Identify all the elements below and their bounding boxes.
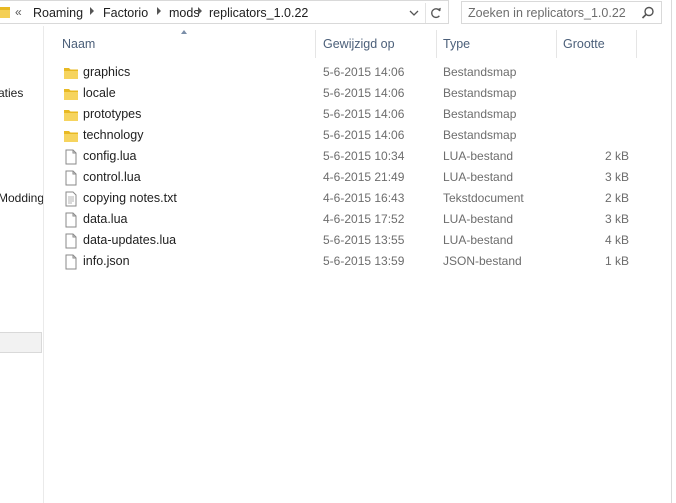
file-date: 4-6-2015 21:49 — [323, 170, 405, 184]
file-name: control.lua — [83, 170, 141, 184]
folder-icon — [64, 68, 78, 79]
file-date: 4-6-2015 16:43 — [323, 191, 405, 205]
column-divider[interactable] — [636, 30, 637, 58]
file-icon — [65, 212, 77, 228]
folder-icon — [64, 110, 78, 121]
file-row[interactable]: locale 5-6-2015 14:06 Bestandsmap — [58, 83, 638, 104]
file-name: graphics — [83, 65, 131, 79]
file-name: config.lua — [83, 149, 137, 163]
file-name: data-updates.lua — [83, 233, 177, 247]
file-name: data.lua — [83, 212, 128, 226]
chevron-right-icon[interactable] — [157, 7, 161, 15]
file-name: prototypes — [83, 107, 142, 121]
folder-icon — [0, 7, 10, 18]
search-input[interactable] — [468, 4, 638, 21]
file-type: LUA-bestand — [443, 212, 514, 226]
address-bar[interactable]: « Roaming Factorio mods replicators_1.0.… — [0, 0, 449, 24]
column-header-label: Type — [443, 37, 471, 51]
file-icon — [65, 254, 77, 270]
file-row[interactable]: config.lua 5-6-2015 10:34 LUA-bestand 2 kB — [58, 146, 638, 167]
file-row[interactable]: control.lua 4-6-2015 21:49 LUA-bestand 3 kB — [58, 167, 638, 188]
window-edge — [671, 0, 672, 503]
folder-icon — [64, 89, 78, 100]
file-size: 1 kB — [604, 254, 629, 268]
column-header-label: Gewijzigd op — [323, 37, 395, 51]
file-row[interactable]: graphics 5-6-2015 14:06 Bestandsmap — [58, 62, 638, 83]
file-size: 3 kB — [604, 170, 629, 184]
nav-item[interactable]: aties — [0, 86, 23, 100]
breadcrumb-mods[interactable]: mods — [169, 6, 200, 20]
column-header-label: Naam — [62, 37, 96, 51]
chevron-right-icon[interactable] — [198, 7, 202, 15]
file-name: locale — [83, 86, 116, 100]
file-icon — [65, 170, 77, 186]
file-date: 5-6-2015 14:06 — [323, 86, 405, 100]
file-type: LUA-bestand — [443, 149, 514, 163]
file-row[interactable]: prototypes 5-6-2015 14:06 Bestandsmap — [58, 104, 638, 125]
file-date: 5-6-2015 10:34 — [323, 149, 405, 163]
file-size: 2 kB — [604, 149, 629, 163]
file-row[interactable]: copying notes.txt 4-6-2015 16:43 Tekstdocu… — [58, 188, 638, 209]
navigation-pane[interactable]: aties Modding — [0, 26, 44, 503]
file-row[interactable]: data-updates.lua 5-6-2015 13:55 LUA-bestan… — [58, 230, 638, 251]
column-header-type[interactable]: Type — [437, 30, 557, 58]
file-size: 2 kB — [604, 191, 629, 205]
file-date: 5-6-2015 14:06 — [323, 107, 405, 121]
chevron-right-icon[interactable] — [90, 7, 94, 15]
file-type: Bestandsmap — [443, 128, 517, 142]
refresh-icon[interactable] — [425, 3, 447, 23]
file-icon — [65, 233, 77, 249]
breadcrumb-replicators[interactable]: replicators_1.0.22 — [209, 6, 308, 20]
text-file-icon — [65, 191, 77, 207]
file-date: 5-6-2015 13:55 — [323, 233, 405, 247]
file-type: Bestandsmap — [443, 65, 517, 79]
column-header-size[interactable]: Grootte — [557, 30, 637, 58]
file-type: LUA-bestand — [443, 233, 514, 247]
file-row[interactable]: info.json 5-6-2015 13:59 JSON-bestand 1 kB — [58, 251, 638, 272]
file-row[interactable]: technology 5-6-2015 14:06 Bestandsmap — [58, 125, 638, 146]
file-type: LUA-bestand — [443, 170, 514, 184]
file-name: copying notes.txt — [83, 191, 177, 205]
chevron-down-icon[interactable] — [406, 6, 422, 20]
column-divider[interactable] — [315, 30, 316, 58]
folder-icon — [64, 131, 78, 142]
file-type: Tekstdocument — [443, 191, 524, 205]
file-date: 4-6-2015 17:52 — [323, 212, 405, 226]
file-date: 5-6-2015 13:59 — [323, 254, 405, 268]
file-icon — [65, 149, 77, 165]
file-type: Bestandsmap — [443, 107, 517, 121]
nav-item[interactable]: Modding — [0, 191, 43, 205]
sort-ascending-icon — [181, 30, 187, 34]
file-size: 4 kB — [604, 233, 629, 247]
file-name: info.json — [83, 254, 130, 268]
file-date: 5-6-2015 14:06 — [323, 128, 405, 142]
file-type: Bestandsmap — [443, 86, 517, 100]
column-header-name[interactable]: Naam — [56, 30, 316, 58]
column-header-label: Grootte — [563, 37, 605, 51]
column-header-modified[interactable]: Gewijzigd op — [317, 30, 437, 58]
file-type: JSON-bestand — [443, 254, 522, 268]
breadcrumb-factorio[interactable]: Factorio — [103, 6, 148, 20]
breadcrumb-overflow[interactable]: « — [15, 5, 22, 19]
file-row[interactable]: data.lua 4-6-2015 17:52 LUA-bestand 3 kB — [58, 209, 638, 230]
search-icon[interactable] — [641, 6, 655, 20]
breadcrumb-roaming[interactable]: Roaming — [33, 6, 83, 20]
file-date: 5-6-2015 14:06 — [323, 65, 405, 79]
search-box[interactable] — [461, 1, 662, 24]
file-size: 3 kB — [604, 212, 629, 226]
file-name: technology — [83, 128, 144, 142]
nav-selected-item[interactable] — [0, 332, 42, 353]
